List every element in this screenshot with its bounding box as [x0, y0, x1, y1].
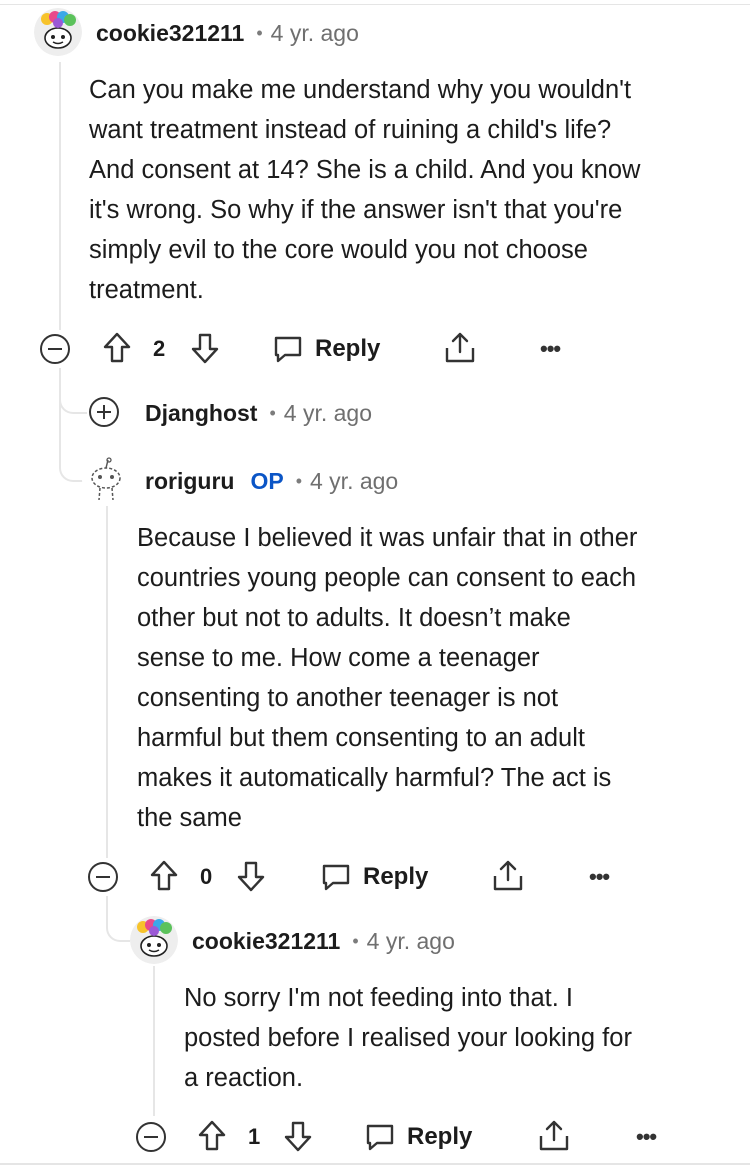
reply-icon[interactable] [272, 333, 304, 365]
more-options-button[interactable]: ••• [589, 863, 610, 891]
op-badge: OP [250, 467, 284, 494]
reply-button[interactable]: Reply [407, 1119, 472, 1155]
share-icon[interactable] [491, 859, 525, 893]
timestamp[interactable]: 4 yr. ago [271, 20, 359, 47]
timestamp[interactable]: 4 yr. ago [284, 400, 372, 427]
separator-dot: • [295, 470, 302, 491]
snoo-avatar-icon [130, 916, 178, 964]
username[interactable]: cookie321211 [192, 928, 340, 955]
timestamp[interactable]: 4 yr. ago [367, 928, 455, 955]
avatar[interactable] [130, 916, 178, 964]
reply-icon[interactable] [320, 861, 352, 893]
vote-count: 0 [200, 864, 213, 889]
comment-body: Can you make me understand why you would… [89, 76, 641, 304]
username[interactable]: cookie321211 [96, 20, 244, 47]
reply-icon[interactable] [364, 1121, 396, 1153]
comment-actions: 2 Reply ••• [40, 331, 740, 367]
snoo-avatar-icon [34, 8, 82, 56]
comment-meta: cookie321211 • 4 yr. ago [192, 926, 455, 956]
username[interactable]: Djanghost [145, 400, 257, 427]
avatar[interactable] [82, 456, 130, 504]
timestamp[interactable]: 4 yr. ago [310, 468, 398, 495]
comment-actions: 0 Reply ••• [88, 859, 738, 895]
reply-button[interactable]: Reply [315, 331, 380, 367]
username[interactable]: roriguru [145, 468, 234, 495]
more-options-button[interactable]: ••• [540, 335, 561, 363]
share-icon[interactable] [443, 331, 477, 365]
vote-count: 1 [248, 1124, 261, 1149]
share-icon[interactable] [537, 1119, 571, 1153]
upvote-icon[interactable] [197, 1119, 227, 1153]
comment-meta: cookie321211 • 4 yr. ago [96, 18, 359, 48]
collapse-button[interactable] [88, 862, 118, 892]
downvote-icon[interactable] [236, 859, 266, 893]
collapse-button[interactable] [136, 1122, 166, 1152]
downvote-icon[interactable] [283, 1119, 313, 1153]
comment-body: Because I believed it was unfair that in… [137, 524, 638, 832]
thread-line [59, 62, 61, 330]
snoo-outline-avatar-icon [82, 456, 130, 504]
comment-actions: 1 Reply ••• [136, 1119, 736, 1155]
comment-body: No sorry I'm not feeding into that. I po… [184, 984, 632, 1092]
more-options-button[interactable]: ••• [636, 1123, 657, 1151]
bottom-divider [0, 1163, 750, 1165]
comment-meta: roriguru OP • 4 yr. ago [145, 466, 398, 496]
separator-dot: • [256, 22, 263, 43]
separator-dot: • [269, 402, 276, 423]
upvote-icon[interactable] [149, 859, 179, 893]
reply-button[interactable]: Reply [363, 859, 428, 895]
vote-count: 2 [153, 336, 166, 361]
thread-elbow [106, 896, 130, 942]
thread-elbow [59, 368, 87, 482]
top-divider [0, 4, 750, 5]
avatar[interactable] [34, 8, 82, 56]
comment-meta: Djanghost • 4 yr. ago [145, 398, 372, 428]
thread-line [153, 966, 155, 1116]
expand-button[interactable] [89, 397, 119, 427]
collapse-button[interactable] [40, 334, 70, 364]
downvote-icon[interactable] [190, 331, 220, 365]
upvote-icon[interactable] [102, 331, 132, 365]
separator-dot: • [352, 930, 359, 951]
thread-line [106, 506, 108, 858]
